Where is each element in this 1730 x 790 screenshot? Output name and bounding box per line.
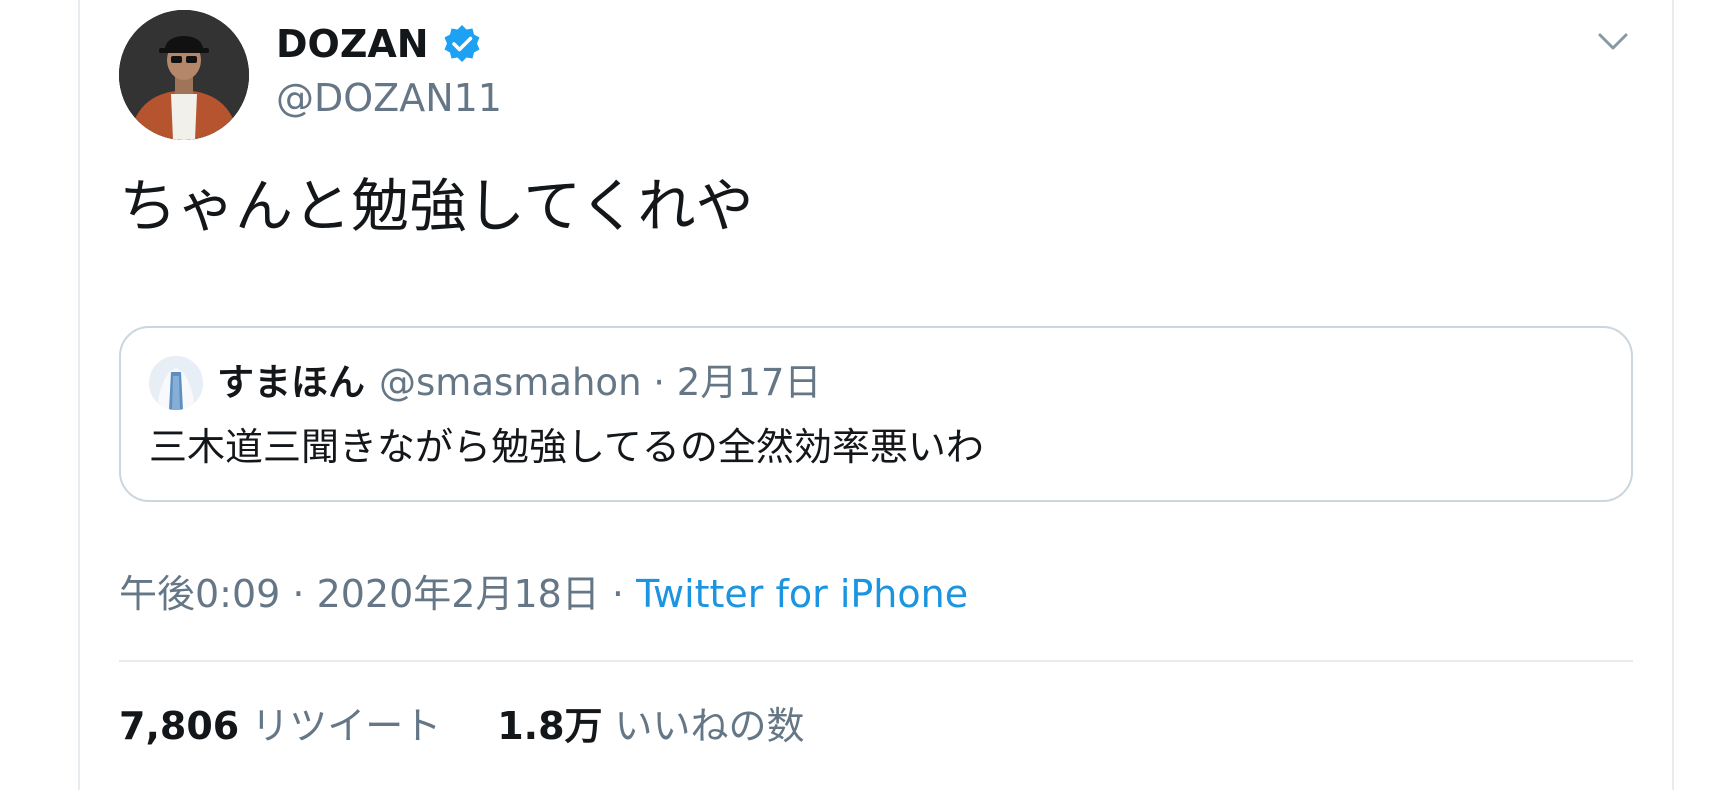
- source-link[interactable]: Twitter for iPhone: [636, 572, 968, 616]
- quoted-profile-photo-icon: [149, 356, 203, 410]
- profile-photo-icon: [119, 10, 249, 140]
- retweets-stat[interactable]: 7,806 リツイート: [119, 700, 441, 752]
- quoted-handle-date: @smasmahon · 2月17日: [379, 361, 822, 404]
- tweet-timestamp: 午後0:09 · 2020年2月18日 · Twitter for iPhone: [119, 568, 968, 620]
- retweets-count: 7,806: [119, 704, 240, 748]
- author-name-text: DOZAN: [276, 22, 429, 66]
- timestamp-text[interactable]: 午後0:09 · 2020年2月18日 ·: [119, 572, 624, 616]
- chevron-down-icon[interactable]: [1596, 24, 1630, 58]
- quoted-text: 三木道三聞きながら勉強してるの全然効率悪いわ: [149, 425, 984, 469]
- divider: [119, 660, 1633, 662]
- quoted-author-avatar: [149, 356, 203, 410]
- verified-badge-icon: [441, 23, 483, 65]
- likes-count: 1.8万: [497, 704, 603, 748]
- author-avatar[interactable]: [119, 10, 249, 140]
- author-handle[interactable]: @DOZAN11: [276, 74, 502, 122]
- quoted-display-name: すまほん: [217, 361, 365, 404]
- tweet-stats: 7,806 リツイート 1.8万 いいねの数: [119, 700, 861, 752]
- retweets-label: リツイート: [251, 704, 442, 748]
- page: DOZAN @DOZAN11 ちゃんと勉強してくれや すまほん @smasmaho…: [0, 0, 1730, 790]
- likes-stat[interactable]: 1.8万 いいねの数: [497, 700, 804, 752]
- author-display-name[interactable]: DOZAN: [276, 20, 483, 68]
- quoted-tweet[interactable]: すまほん @smasmahon · 2月17日 三木道三聞きながら勉強してるの全然…: [119, 326, 1633, 502]
- tweet-text: ちゃんと勉強してくれや: [119, 172, 754, 240]
- likes-label: いいねの数: [614, 704, 805, 748]
- quoted-header: すまほん @smasmahon · 2月17日: [217, 358, 821, 408]
